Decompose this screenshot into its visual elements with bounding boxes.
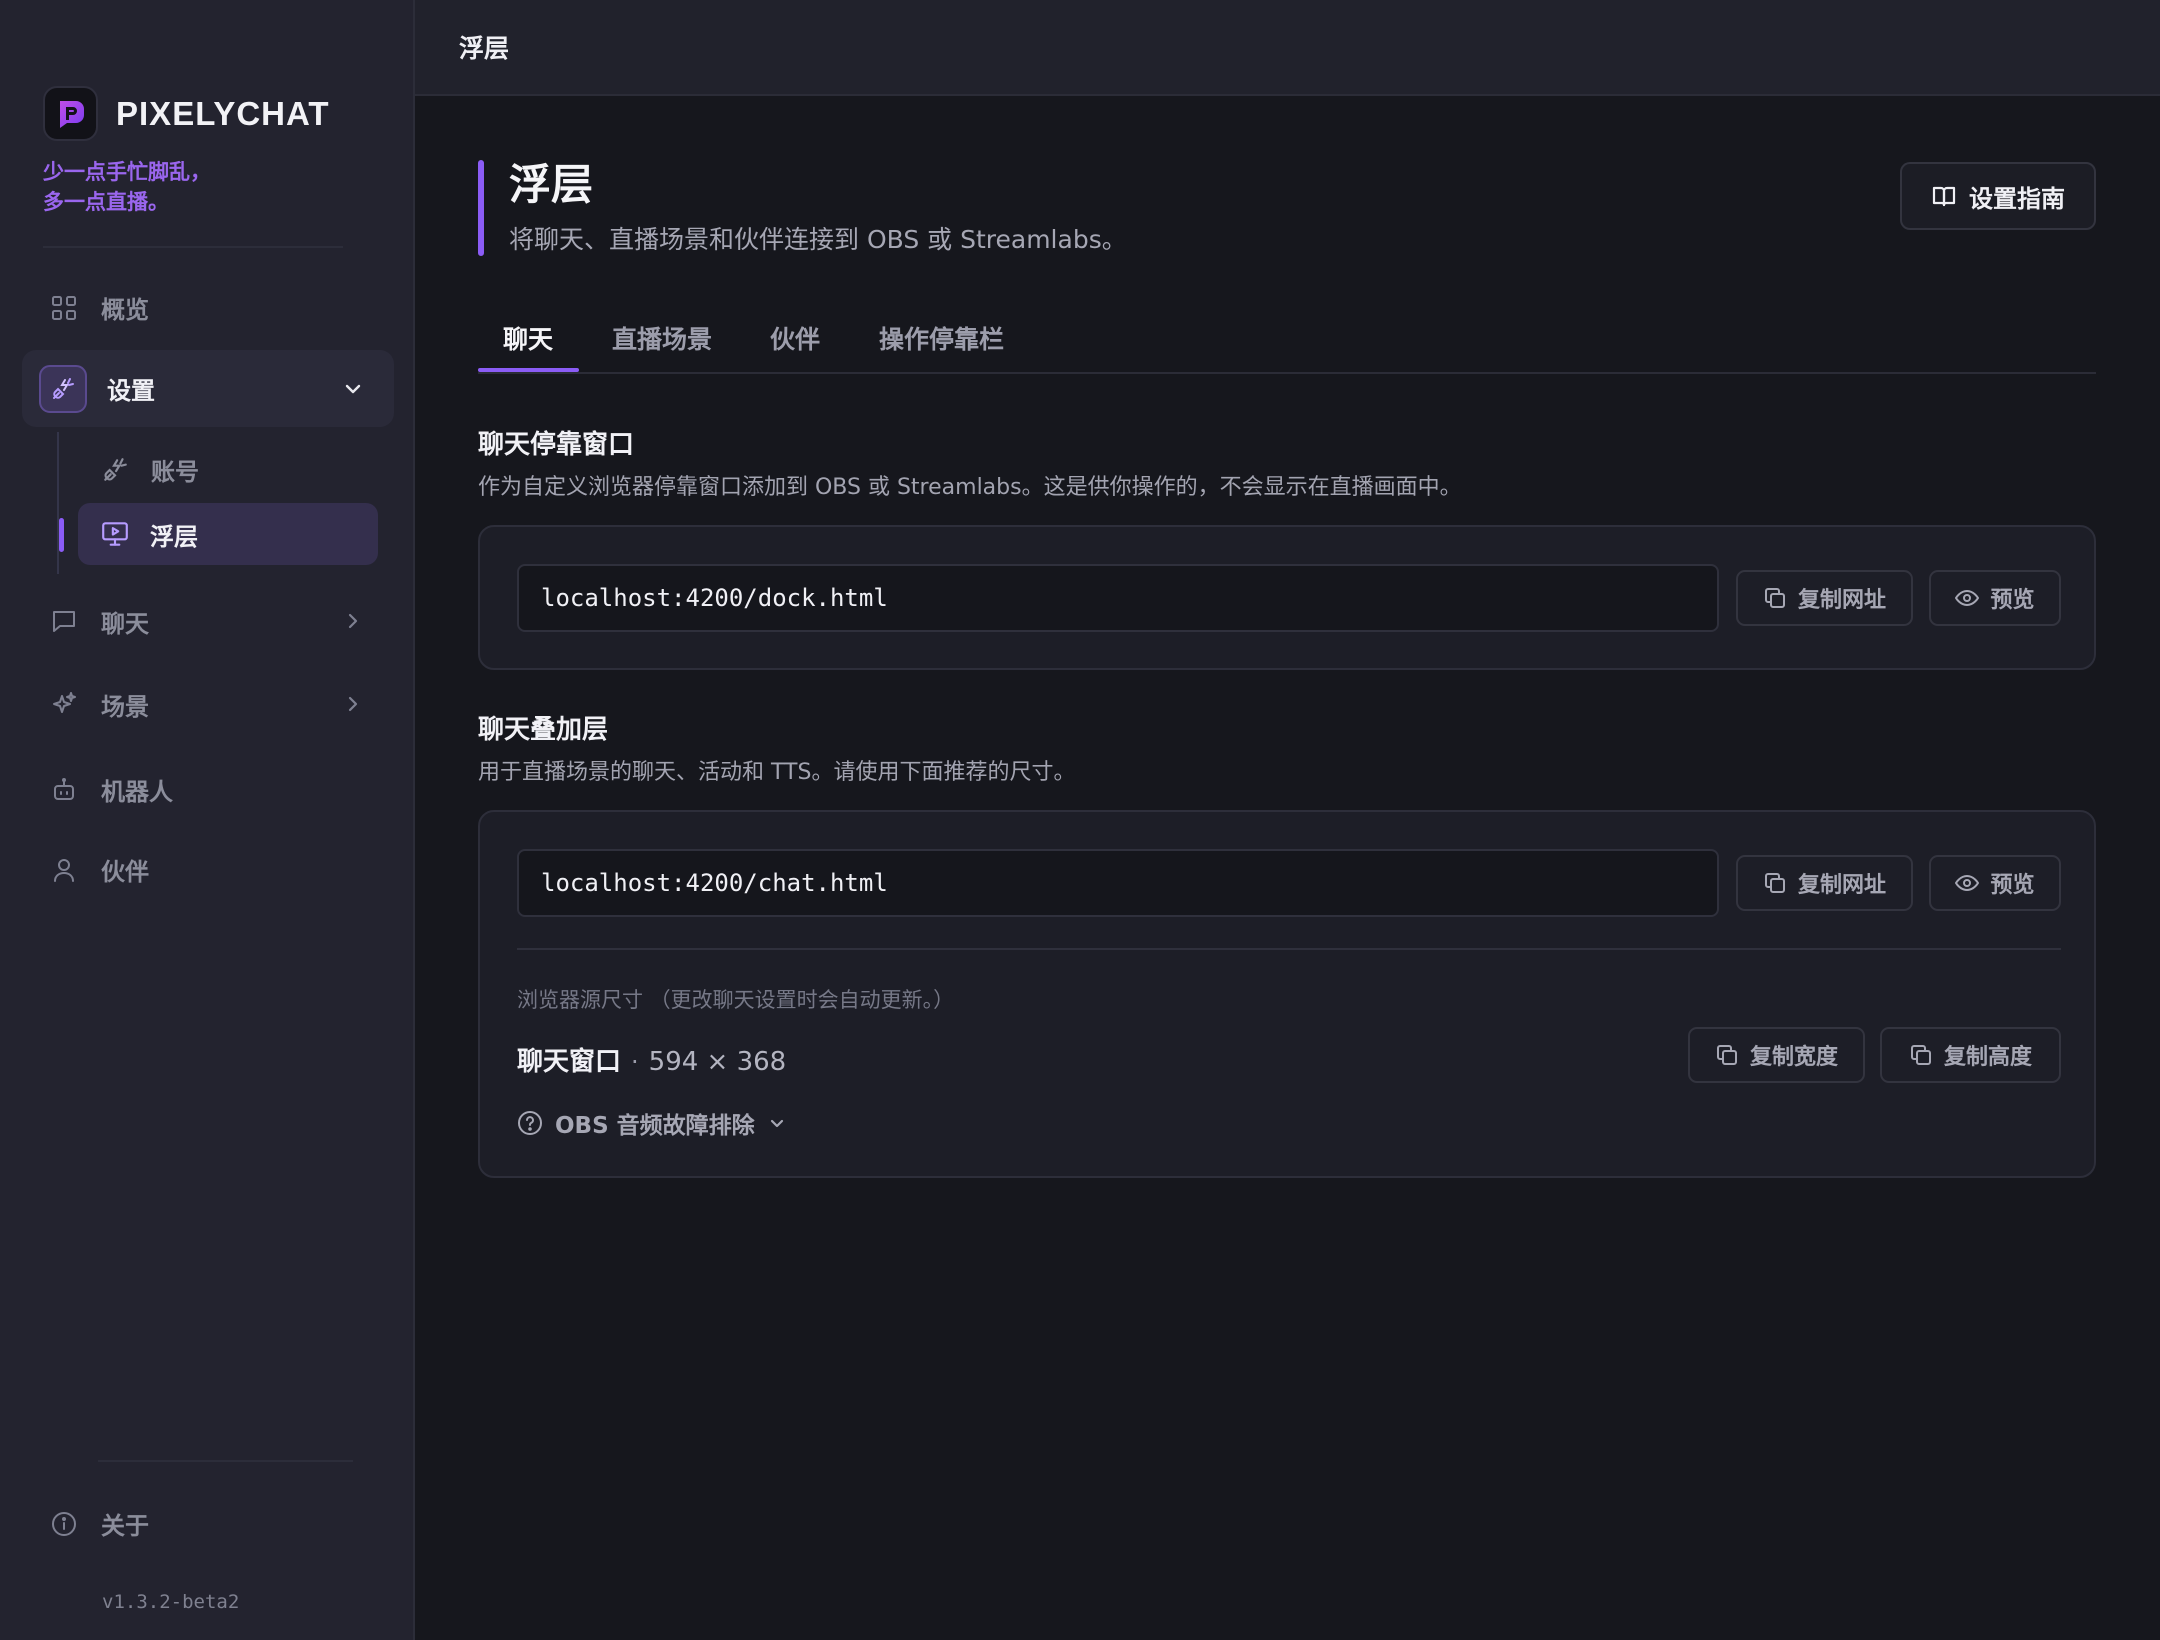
sparkles-icon (53, 692, 76, 713)
info-icon (52, 1511, 76, 1536)
copy-url-label: 复制网址 (1797, 873, 1886, 898)
tagline-line-1: 少一点手忙脚乱， (43, 160, 211, 184)
sidebar-item-label: 场景 (101, 692, 149, 721)
main-content: 浮层 浮层 将聊天、直播场景和伙伴连接到 OBS 或 Streamlabs。 设… (415, 0, 2160, 1640)
preview-label: 预览 (1990, 873, 2035, 898)
copy-width-label: 复制宽度 (1749, 1045, 1838, 1070)
tab-bar: 聊天 直播场景 伙伴 操作停靠栏 (478, 304, 2096, 374)
sidebar-item-overview[interactable]: 概览 (51, 290, 149, 325)
message-icon (53, 611, 75, 632)
logo-icon (43, 86, 98, 141)
dock-section-title: 聊天停靠窗口 (478, 430, 635, 460)
setup-guide-button[interactable]: 设置指南 (1900, 162, 2096, 230)
book-open-icon (1932, 186, 1956, 207)
brand: PIXELYCHAT (43, 86, 330, 141)
size-row: 聊天窗口 · 594 × 368 (517, 1041, 786, 1078)
copy-icon (1910, 1045, 1931, 1065)
page-title: 浮层 (509, 160, 594, 209)
preview-button[interactable]: 预览 (1929, 855, 2061, 911)
chevron-right-icon (348, 613, 358, 629)
sidebar-item-label: 机器人 (101, 778, 173, 806)
chevron-down-icon (345, 384, 361, 393)
copy-icon (1716, 1045, 1737, 1065)
monitor-play-icon (102, 522, 128, 546)
copy-url-button[interactable]: 复制网址 (1736, 570, 1913, 626)
overlay-url-field[interactable] (517, 849, 1719, 917)
sidebar-item-label: 伙伴 (101, 858, 149, 886)
setup-guide-label: 设置指南 (1969, 184, 2065, 213)
tagline-line-2: 多一点直播。 (43, 190, 169, 214)
preview-label: 预览 (1990, 588, 2035, 613)
chevron-down-icon (770, 1119, 783, 1128)
copy-icon (1764, 873, 1785, 893)
copy-width-button[interactable]: 复制宽度 (1688, 1027, 1865, 1083)
plug-icon (39, 364, 87, 413)
size-value: 594 × 368 (648, 1047, 787, 1077)
sidebar-item-settings[interactable]: 设置 (22, 350, 394, 427)
copy-url-label: 复制网址 (1797, 588, 1886, 613)
plug-icon (104, 457, 127, 481)
tab-partners[interactable]: 伙伴 (770, 320, 820, 356)
sidebar-item-partners[interactable]: 伙伴 (51, 852, 149, 887)
app-version: v1.3.2-beta2 (102, 1591, 240, 1613)
active-tab-indicator (478, 368, 579, 372)
sidebar-divider (43, 246, 343, 248)
tab-live-scenes[interactable]: 直播场景 (612, 320, 712, 356)
preview-button[interactable]: 预览 (1929, 570, 2061, 626)
copy-url-button[interactable]: 复制网址 (1736, 855, 1913, 911)
user-icon (54, 858, 74, 882)
browser-source-size-caption: 浏览器源尺寸 （更改聊天设置时会自动更新。） (517, 988, 955, 1012)
app-root: PIXELYCHAT 少一点手忙脚乱， 多一点直播。 概览 设置 账号 浮层 聊… (0, 0, 2160, 1640)
sidebar-item-bots[interactable]: 机器人 (51, 772, 173, 807)
subtree-line (57, 432, 59, 574)
page-subtitle: 将聊天、直播场景和伙伴连接到 OBS 或 Streamlabs。 (509, 225, 1127, 254)
help-circle-icon (518, 1111, 542, 1135)
sidebar-item-label: 关于 (101, 1512, 149, 1540)
sidebar-divider (98, 1460, 353, 1462)
dock-url-card: 复制网址 预览 (478, 525, 2096, 670)
sidebar-item-label: 概览 (101, 296, 149, 324)
grid-icon (52, 295, 76, 320)
title-accent-bar (478, 160, 484, 256)
sidebar-item-label: 聊天 (101, 609, 149, 638)
copy-height-button[interactable]: 复制高度 (1880, 1027, 2061, 1083)
size-separator: · (631, 1048, 639, 1076)
eye-icon (1955, 590, 1980, 606)
troubleshoot-label: OBS 音频故障排除 (555, 1113, 755, 1139)
tab-chat[interactable]: 聊天 (503, 320, 553, 356)
sidebar-item-about[interactable]: 关于 (51, 1506, 149, 1541)
sidebar-item-label: 设置 (107, 377, 155, 405)
overlay-section-title: 聊天叠加层 (478, 715, 609, 745)
sidebar-item-label: 账号 (151, 458, 199, 486)
size-name: 聊天窗口 (517, 1047, 622, 1077)
sidebar-item-overlay[interactable]: 浮层 (78, 503, 378, 565)
bot-icon (54, 777, 74, 800)
overlay-url-card: 复制网址 预览 浏览器源尺寸 （更改聊天设置时会自动更新。） 聊天窗口 · 59… (478, 810, 2096, 1178)
sidebar: PIXELYCHAT 少一点手忙脚乱， 多一点直播。 概览 设置 账号 浮层 聊… (0, 0, 415, 1640)
app-name: PIXELYCHAT (116, 94, 330, 132)
breadcrumb: 浮层 (459, 34, 510, 63)
overlay-section-description: 用于直播场景的聊天、活动和 TTS。请使用下面推荐的尺寸。 (478, 760, 1076, 785)
sidebar-item-scenes[interactable]: 场景 (51, 689, 363, 721)
sidebar-item-label: 浮层 (150, 522, 198, 551)
eye-icon (1955, 875, 1980, 891)
chevron-right-icon (348, 696, 358, 712)
copy-height-label: 复制高度 (1943, 1045, 2032, 1070)
copy-icon (1764, 588, 1785, 608)
sidebar-item-account[interactable]: 账号 (101, 452, 199, 487)
dock-url-field[interactable] (517, 564, 1719, 632)
sidebar-item-chat[interactable]: 聊天 (51, 606, 363, 638)
tab-action-dock[interactable]: 操作停靠栏 (879, 320, 1004, 356)
card-divider (517, 948, 2061, 950)
dock-section-description: 作为自定义浏览器停靠窗口添加到 OBS 或 Streamlabs。这是供你操作的… (478, 475, 1462, 500)
tagline: 少一点手忙脚乱， 多一点直播。 (43, 157, 211, 217)
active-indicator (59, 518, 64, 552)
topbar: 浮层 (415, 0, 2160, 96)
obs-audio-troubleshoot-toggle[interactable]: OBS 音频故障排除 (517, 1106, 787, 1140)
